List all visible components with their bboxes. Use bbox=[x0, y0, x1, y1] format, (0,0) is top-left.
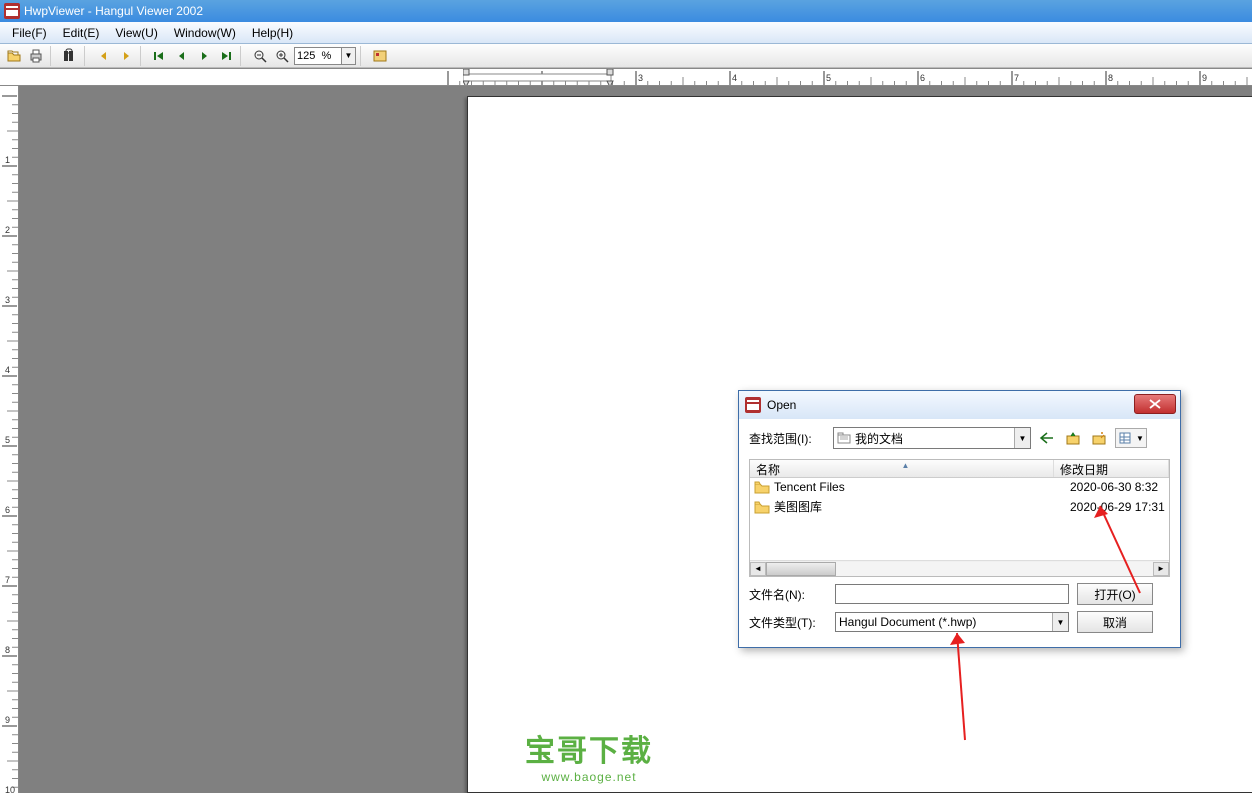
svg-text:8: 8 bbox=[1108, 73, 1113, 83]
svg-text:6: 6 bbox=[5, 505, 10, 515]
open-button[interactable] bbox=[4, 46, 24, 66]
menu-window[interactable]: Window(W) bbox=[166, 24, 244, 42]
sort-arrow-icon: ▲ bbox=[902, 461, 910, 470]
lookin-combo[interactable]: 我的文档 ▼ bbox=[833, 427, 1031, 449]
toolbar-sep bbox=[360, 46, 366, 66]
dialog-app-icon bbox=[745, 397, 761, 413]
list-item[interactable]: Tencent Files 2020-06-30 8:32 bbox=[750, 478, 1169, 496]
menubar: File(F) Edit(E) View(U) Window(W) Help(H… bbox=[0, 22, 1252, 44]
column-date[interactable]: 修改日期 bbox=[1054, 460, 1169, 477]
cancel-button[interactable]: 取消 bbox=[1077, 611, 1153, 633]
svg-text:3: 3 bbox=[5, 295, 10, 305]
horizontal-ruler: 234567891011121314 bbox=[0, 68, 1252, 86]
svg-text:7: 7 bbox=[5, 575, 10, 585]
zoom-out-button[interactable] bbox=[250, 46, 270, 66]
first-page-button[interactable] bbox=[150, 46, 170, 66]
file-name: Tencent Files bbox=[774, 480, 1070, 494]
watermark: 宝哥下载 www.baoge.net bbox=[525, 726, 653, 784]
file-list-header[interactable]: 名称▲ 修改日期 bbox=[750, 460, 1169, 478]
filename-input[interactable] bbox=[835, 584, 1069, 604]
menu-edit[interactable]: Edit(E) bbox=[55, 24, 108, 42]
lookin-value: 我的文档 bbox=[855, 430, 903, 447]
svg-text:8: 8 bbox=[5, 645, 10, 655]
zoom-input[interactable] bbox=[294, 47, 342, 65]
file-list[interactable]: 名称▲ 修改日期 Tencent Files 2020-06-30 8:32 美… bbox=[749, 459, 1170, 577]
close-button[interactable] bbox=[1134, 394, 1176, 414]
dialog-titlebar[interactable]: Open bbox=[739, 391, 1180, 419]
toolbar-sep bbox=[240, 46, 246, 66]
scroll-track[interactable] bbox=[766, 562, 1153, 576]
lookin-label: 查找范围(I): bbox=[749, 430, 827, 447]
view-menu-button[interactable]: ▼ bbox=[1115, 428, 1147, 448]
up-folder-button[interactable] bbox=[1063, 428, 1083, 448]
folder-icon bbox=[837, 431, 851, 445]
find-button[interactable] bbox=[60, 46, 80, 66]
filename-label: 文件名(N): bbox=[749, 586, 827, 603]
vertical-ruler: 1234567891011 bbox=[0, 86, 19, 793]
svg-text:6: 6 bbox=[920, 73, 925, 83]
dialog-title: Open bbox=[767, 398, 796, 412]
toolbar: ▼ bbox=[0, 44, 1252, 68]
chevron-down-icon[interactable]: ▼ bbox=[1014, 428, 1030, 448]
zoom-in-button[interactable] bbox=[272, 46, 292, 66]
filetype-value: Hangul Document (*.hwp) bbox=[839, 615, 976, 629]
print-button[interactable] bbox=[26, 46, 46, 66]
next-page-button[interactable] bbox=[194, 46, 214, 66]
watermark-text: 宝哥下载 bbox=[525, 726, 653, 770]
filetype-combo[interactable]: Hangul Document (*.hwp) ▼ bbox=[835, 612, 1069, 632]
horizontal-scrollbar[interactable]: ◄ ► bbox=[750, 560, 1169, 576]
last-page-button[interactable] bbox=[216, 46, 236, 66]
file-date: 2020-06-29 17:31 bbox=[1070, 500, 1165, 514]
tool-button[interactable] bbox=[370, 46, 390, 66]
toolbar-sep bbox=[50, 46, 56, 66]
svg-text:9: 9 bbox=[1202, 73, 1207, 83]
window-title: HwpViewer - Hangul Viewer 2002 bbox=[24, 4, 203, 18]
svg-text:4: 4 bbox=[5, 365, 10, 375]
open-button[interactable]: 打开(O) bbox=[1077, 583, 1153, 605]
file-date: 2020-06-30 8:32 bbox=[1070, 480, 1165, 494]
watermark-url: www.baoge.net bbox=[525, 770, 653, 784]
toolbar-sep bbox=[140, 46, 146, 66]
svg-text:9: 9 bbox=[5, 715, 10, 725]
folder-icon bbox=[754, 500, 770, 514]
svg-text:5: 5 bbox=[826, 73, 831, 83]
filetype-label: 文件类型(T): bbox=[749, 614, 827, 631]
folder-icon bbox=[754, 480, 770, 494]
menu-help[interactable]: Help(H) bbox=[244, 24, 301, 42]
svg-text:5: 5 bbox=[5, 435, 10, 445]
app-icon bbox=[4, 3, 20, 19]
prev-page-button[interactable] bbox=[172, 46, 192, 66]
nav-prev-button[interactable] bbox=[94, 46, 114, 66]
svg-text:7: 7 bbox=[1014, 73, 1019, 83]
nav-next-button[interactable] bbox=[116, 46, 136, 66]
zoom-combo[interactable]: ▼ bbox=[294, 47, 356, 65]
scroll-thumb[interactable] bbox=[766, 562, 836, 576]
zoom-dropdown-icon[interactable]: ▼ bbox=[342, 47, 356, 65]
open-dialog: Open 查找范围(I): 我的文档 ▼ ▼ 名称▲ 修改日期 bbox=[738, 390, 1181, 648]
menu-view[interactable]: View(U) bbox=[107, 24, 165, 42]
svg-text:4: 4 bbox=[732, 73, 737, 83]
scroll-left-icon[interactable]: ◄ bbox=[750, 562, 766, 576]
svg-text:10: 10 bbox=[5, 785, 15, 793]
file-name: 美图图库 bbox=[774, 498, 1070, 515]
svg-text:1: 1 bbox=[5, 155, 10, 165]
column-name[interactable]: 名称▲ bbox=[750, 460, 1054, 477]
svg-text:3: 3 bbox=[638, 73, 643, 83]
scroll-right-icon[interactable]: ► bbox=[1153, 562, 1169, 576]
menu-file[interactable]: File(F) bbox=[4, 24, 55, 42]
new-folder-button[interactable] bbox=[1089, 428, 1109, 448]
window-titlebar: HwpViewer - Hangul Viewer 2002 bbox=[0, 0, 1252, 22]
chevron-down-icon[interactable]: ▼ bbox=[1052, 613, 1068, 631]
toolbar-sep bbox=[84, 46, 90, 66]
back-button[interactable] bbox=[1037, 428, 1057, 448]
list-item[interactable]: 美图图库 2020-06-29 17:31 bbox=[750, 496, 1169, 517]
indent-marker[interactable] bbox=[463, 69, 623, 86]
svg-text:2: 2 bbox=[5, 225, 10, 235]
